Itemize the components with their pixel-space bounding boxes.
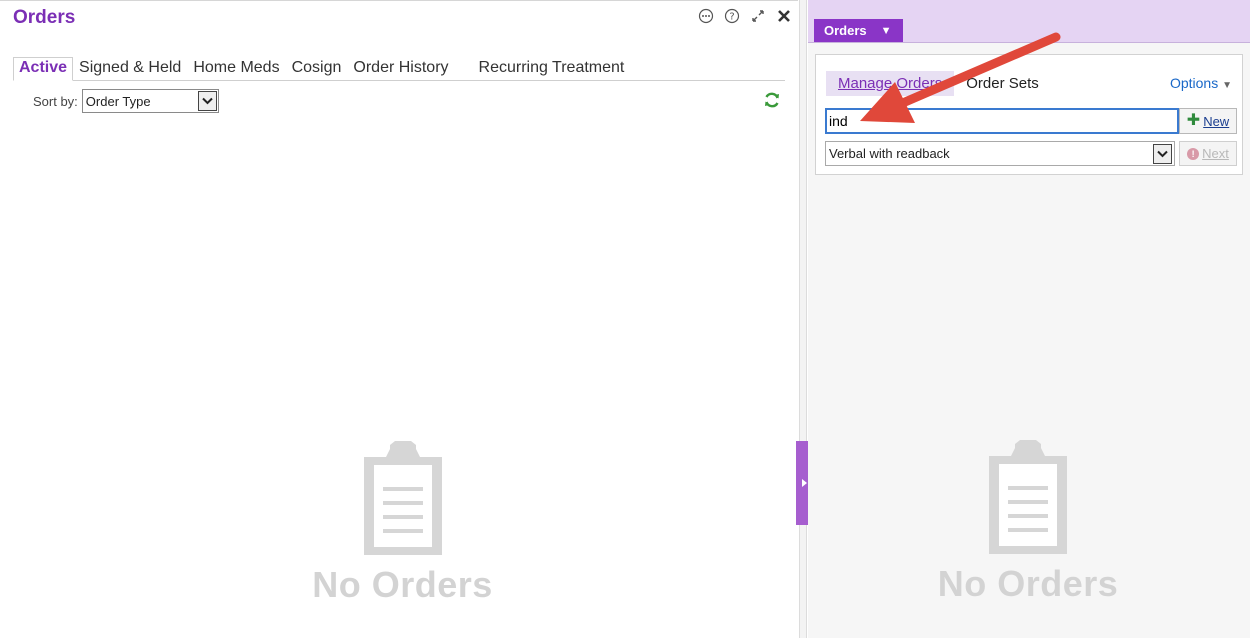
orders-panel-left: Orders ? Active Signed & Held Home Meds … xyxy=(0,0,798,639)
order-mode-select[interactable]: Verbal with readback xyxy=(825,141,1175,166)
order-mode-row: Verbal with readback ! Next xyxy=(825,141,1237,166)
orders-panel-right: Orders ▼ Manage Orders Order Sets Option… xyxy=(808,0,1250,638)
orders-menu-label: Orders xyxy=(824,23,867,38)
new-label: New xyxy=(1203,113,1230,129)
no-orders-text: No Orders xyxy=(312,564,493,605)
chevron-right-icon xyxy=(801,479,807,487)
window-controls: ? xyxy=(696,6,794,26)
manage-orders-card: Manage Orders Order Sets Options ▼ ✚ New… xyxy=(815,54,1243,175)
order-mode-value: Verbal with readback xyxy=(829,146,950,161)
order-subtabs: Manage Orders Order Sets xyxy=(826,71,1051,96)
expand-icon[interactable] xyxy=(748,6,768,26)
more-options-icon[interactable] xyxy=(696,6,716,26)
refresh-icon[interactable] xyxy=(762,90,782,110)
clipboard-icon xyxy=(928,440,1128,563)
close-icon[interactable] xyxy=(774,6,794,26)
no-orders-text: No Orders xyxy=(937,563,1119,604)
panel-title: Orders xyxy=(13,7,76,28)
plus-icon: ✚ xyxy=(1186,112,1201,129)
next-button[interactable]: ! Next xyxy=(1179,141,1237,166)
activity-header: Orders ▼ xyxy=(808,0,1250,43)
panel-divider xyxy=(799,0,807,638)
orders-menu-button[interactable]: Orders ▼ xyxy=(814,19,903,42)
tab-home-meds[interactable]: Home Meds xyxy=(187,59,285,80)
tab-order-sets[interactable]: Order Sets xyxy=(954,71,1051,96)
help-icon[interactable]: ? xyxy=(722,6,742,26)
next-label: Next xyxy=(1202,146,1229,161)
sort-select-value: Order Type xyxy=(85,93,151,109)
warning-icon: ! xyxy=(1187,147,1200,160)
new-order-button[interactable]: ✚ New xyxy=(1179,108,1237,134)
tab-order-history[interactable]: Order History xyxy=(347,59,454,80)
chevron-down-icon[interactable] xyxy=(197,91,217,111)
tab-active[interactable]: Active xyxy=(13,57,74,81)
svg-text:?: ? xyxy=(729,12,734,23)
empty-state: No Orders xyxy=(290,441,515,606)
caret-down-icon: ▼ xyxy=(880,24,892,37)
sort-label: Sort by: xyxy=(33,93,78,109)
tab-manage-orders[interactable]: Manage Orders xyxy=(826,71,955,96)
options-menu[interactable]: Options ▼ xyxy=(1170,75,1232,91)
sort-bar: Sort by: Order Type xyxy=(33,89,219,113)
tab-recurring-treatment[interactable]: Recurring Treatment xyxy=(473,59,631,80)
tab-cosign[interactable]: Cosign xyxy=(286,59,348,80)
options-label: Options xyxy=(1169,75,1219,91)
caret-down-icon: ▼ xyxy=(1222,80,1232,91)
order-search-row: ✚ New xyxy=(825,108,1237,134)
clipboard-icon xyxy=(290,441,515,564)
empty-state-right: No Orders xyxy=(928,440,1128,605)
tab-signed-held[interactable]: Signed & Held xyxy=(73,59,187,80)
order-search-input[interactable] xyxy=(825,108,1179,134)
orders-tabs: Active Signed & Held Home Meds Cosign Or… xyxy=(13,57,785,81)
chevron-down-icon[interactable] xyxy=(1153,144,1172,164)
sort-select[interactable]: Order Type xyxy=(81,89,219,113)
